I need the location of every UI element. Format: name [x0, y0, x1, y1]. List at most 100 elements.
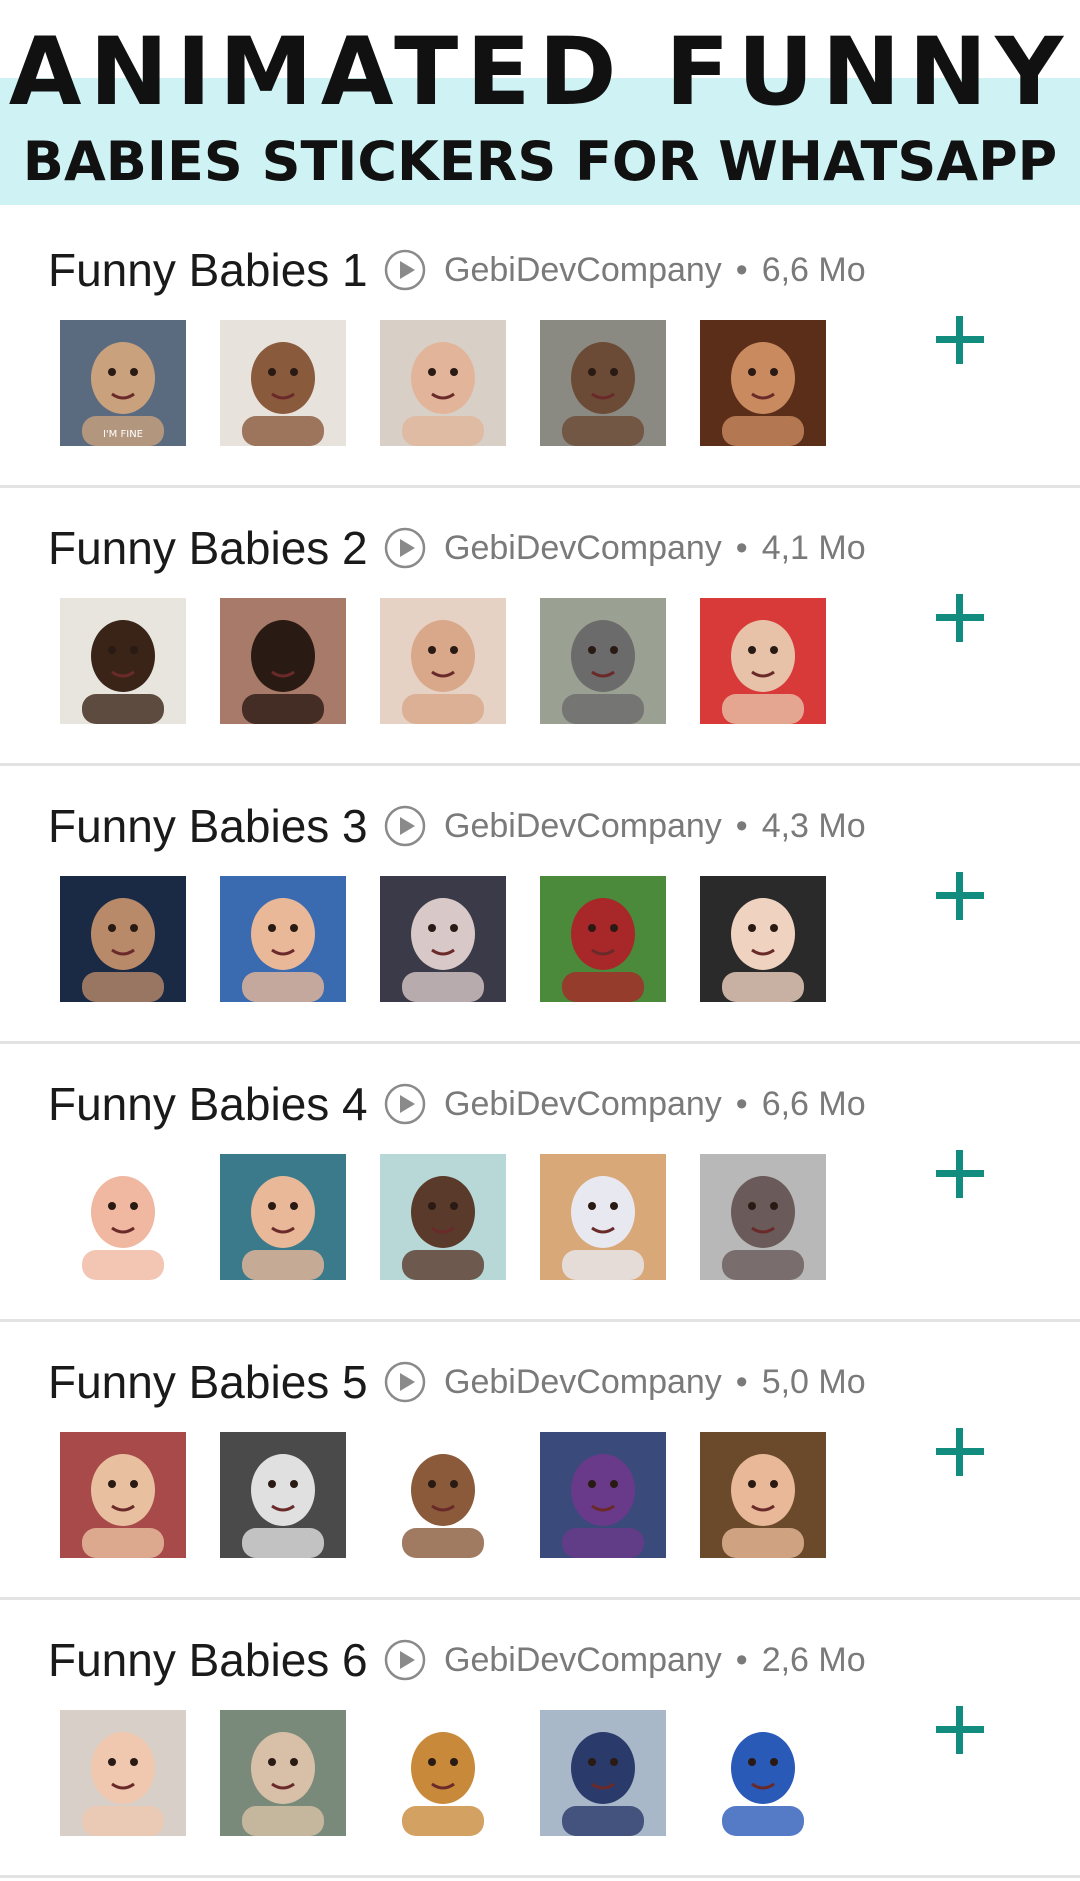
sticker-pack-row[interactable]: Funny Babies 4 GebiDevCompany • 6,6 Mo: [0, 1044, 1080, 1322]
pack-size: 4,1 Mo: [761, 528, 866, 567]
baby-photo-placeholder: [82, 620, 164, 724]
pack-publisher: GebiDevCompany: [444, 806, 722, 845]
sticker-thumbnail: [380, 1432, 506, 1558]
baby-photo-placeholder: [242, 620, 324, 724]
banner-subtitle: BABIES STICKERS FOR WHATSAPP: [22, 130, 1058, 193]
baby-photo-placeholder: [242, 1176, 324, 1280]
add-pack-plus-icon[interactable]: [930, 1422, 990, 1482]
baby-photo-placeholder: [722, 1176, 804, 1280]
sticker-thumbnail: [700, 1432, 826, 1558]
sticker-thumbnail: [380, 320, 506, 446]
sticker-thumbnail: [380, 598, 506, 724]
pack-publisher: GebiDevCompany: [444, 1362, 722, 1401]
pack-name: Funny Babies 3: [48, 800, 368, 852]
separator-dot: •: [735, 806, 748, 845]
add-pack-plus-icon[interactable]: [930, 866, 990, 926]
sticker-thumbnail: [380, 1154, 506, 1280]
baby-photo-placeholder: [722, 620, 804, 724]
animated-play-icon: [384, 805, 426, 847]
sticker-preview-strip: I'M FINE: [60, 320, 826, 446]
sticker-thumbnail: [380, 1710, 506, 1836]
sticker-thumbnail: [540, 1154, 666, 1280]
add-pack-plus-icon[interactable]: [930, 1700, 990, 1760]
sticker-pack-row[interactable]: Funny Babies 5 GebiDevCompany • 5,0 Mo: [0, 1322, 1080, 1600]
baby-photo-placeholder: [82, 1176, 164, 1280]
pack-meta: GebiDevCompany • 4,1 Mo: [384, 521, 866, 575]
baby-photo-placeholder: [562, 1176, 644, 1280]
baby-photo-placeholder: [722, 898, 804, 1002]
sticker-pack-row[interactable]: Funny Babies 2 GebiDevCompany • 4,1 Mo: [0, 488, 1080, 766]
sticker-thumbnail: [220, 1154, 346, 1280]
baby-photo-placeholder: [562, 620, 644, 724]
baby-photo-placeholder: [562, 1732, 644, 1836]
separator-dot: •: [735, 1362, 748, 1401]
sticker-pack-row[interactable]: Funny Babies 6 GebiDevCompany • 2,6 Mo: [0, 1600, 1080, 1878]
baby-photo-placeholder: [82, 1454, 164, 1558]
pack-publisher: GebiDevCompany: [444, 1640, 722, 1679]
sticker-preview-strip: [60, 1154, 826, 1280]
baby-photo-placeholder: [722, 1732, 804, 1836]
sticker-thumbnail: [220, 1710, 346, 1836]
add-pack-plus-icon[interactable]: [930, 588, 990, 648]
sticker-preview-strip: [60, 876, 826, 1002]
sticker-thumbnail: I'M FINE: [60, 320, 186, 446]
pack-name: Funny Babies 4: [48, 1078, 368, 1130]
sticker-thumbnail: [540, 876, 666, 1002]
pack-size: 4,3 Mo: [761, 806, 866, 845]
pack-meta: GebiDevCompany • 6,6 Mo: [384, 243, 866, 297]
sticker-thumbnail: [540, 1432, 666, 1558]
sticker-thumbnail: [540, 320, 666, 446]
pack-name: Funny Babies 1: [48, 244, 368, 296]
add-pack-plus-icon[interactable]: [930, 1144, 990, 1204]
sticker-thumbnail: [220, 320, 346, 446]
add-pack-plus-icon[interactable]: [930, 310, 990, 370]
baby-photo-placeholder: [82, 342, 164, 446]
sticker-thumbnail: [60, 1154, 186, 1280]
animated-play-icon: [384, 1361, 426, 1403]
sticker-caption: I'M FINE: [102, 429, 143, 440]
baby-photo-placeholder: [562, 1454, 644, 1558]
sticker-preview-strip: [60, 598, 826, 724]
app-banner: ANIMATED FUNNY BABIES STICKERS FOR WHATS…: [0, 0, 1080, 205]
separator-dot: •: [735, 1640, 748, 1679]
sticker-thumbnail: [700, 598, 826, 724]
animated-play-icon: [384, 1639, 426, 1681]
pack-size: 6,6 Mo: [761, 1084, 866, 1123]
baby-photo-placeholder: [402, 620, 484, 724]
baby-photo-placeholder: [722, 1454, 804, 1558]
pack-meta: GebiDevCompany • 5,0 Mo: [384, 1355, 866, 1409]
sticker-preview-strip: [60, 1710, 826, 1836]
animated-play-icon: [384, 249, 426, 291]
baby-photo-placeholder: [242, 898, 324, 1002]
pack-size: 5,0 Mo: [761, 1362, 866, 1401]
pack-name: Funny Babies 2: [48, 522, 368, 574]
separator-dot: •: [735, 1084, 748, 1123]
baby-photo-placeholder: [402, 342, 484, 446]
sticker-thumbnail: [60, 1710, 186, 1836]
sticker-thumbnail: [60, 598, 186, 724]
sticker-thumbnail: [220, 598, 346, 724]
sticker-pack-row[interactable]: Funny Babies 1 GebiDevCompany • 6,6 Mo I'M F…: [0, 210, 1080, 488]
baby-photo-placeholder: [402, 898, 484, 1002]
sticker-thumbnail: [700, 1710, 826, 1836]
sticker-pack-row[interactable]: Funny Babies 3 GebiDevCompany • 4,3 Mo: [0, 766, 1080, 1044]
sticker-preview-strip: [60, 1432, 826, 1558]
sticker-thumbnail: [60, 1432, 186, 1558]
pack-name: Funny Babies 6: [48, 1634, 368, 1686]
pack-publisher: GebiDevCompany: [444, 528, 722, 567]
animated-play-icon: [384, 1083, 426, 1125]
baby-photo-placeholder: [82, 1732, 164, 1836]
baby-photo-placeholder: [562, 342, 644, 446]
pack-publisher: GebiDevCompany: [444, 1084, 722, 1123]
baby-photo-placeholder: [402, 1176, 484, 1280]
pack-size: 6,6 Mo: [761, 250, 866, 289]
sticker-thumbnail: [700, 876, 826, 1002]
separator-dot: •: [735, 528, 748, 567]
sticker-thumbnail: [220, 1432, 346, 1558]
sticker-thumbnail: [540, 598, 666, 724]
baby-photo-placeholder: [402, 1454, 484, 1558]
sticker-thumbnail: [60, 876, 186, 1002]
separator-dot: •: [735, 250, 748, 289]
animated-play-icon: [384, 527, 426, 569]
pack-meta: GebiDevCompany • 4,3 Mo: [384, 799, 866, 853]
